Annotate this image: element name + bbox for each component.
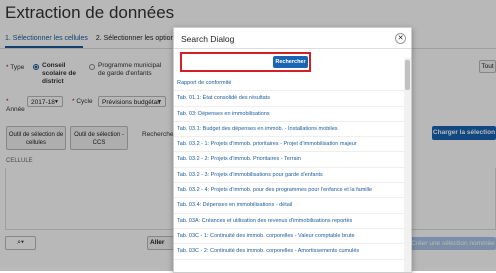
list-item[interactable]: Tab. 03C - 1: Continuité des immob. corp… — [174, 229, 404, 245]
list-item[interactable]: Tab. 03: Dépenses en immobilisations — [174, 107, 404, 122]
list-item[interactable]: Tab. 03.2 - 1: Projets d'immob. priorita… — [174, 137, 404, 153]
list-item[interactable]: Tab. 03.2 - 3: Projets d'immobilisations… — [174, 168, 404, 184]
scrollbar-thumb[interactable] — [405, 60, 410, 90]
close-icon[interactable]: ✕ — [395, 33, 406, 44]
list-item[interactable]: Tab. 03A: Créances et utilisation des re… — [174, 214, 404, 229]
list-item[interactable]: Tab. 01.1: État consolidé des résultats — [174, 91, 404, 107]
list-item[interactable]: Tab. 03.2 - 4: Projets d'immob. pour des… — [174, 183, 404, 199]
list-item[interactable]: Tab. 03.4: Dépenses en immobilisations -… — [174, 198, 404, 214]
dialog-divider — [174, 48, 411, 49]
search-input[interactable] — [184, 57, 268, 68]
search-highlight: Rechercher — [180, 52, 311, 72]
rechercher-button[interactable]: Rechercher — [273, 56, 308, 68]
results-list: Rapport de conformité Tab. 01.1: État con… — [174, 76, 404, 260]
list-item[interactable]: Tab. 03.1: Budget des dépenses en immob.… — [174, 122, 404, 138]
list-item[interactable]: Rapport de conformité — [174, 76, 404, 92]
list-item[interactable]: Tab. 03.2 - 2: Projets d'immob. Priorita… — [174, 152, 404, 168]
scrollbar[interactable]: ▲ — [404, 58, 411, 272]
list-item[interactable]: Tab. 03C - 2: Continuité des immob. corp… — [174, 244, 404, 260]
search-dialog: Search Dialog ✕ Rechercher Rapport de co… — [173, 27, 412, 273]
dialog-title: Search Dialog — [181, 34, 235, 44]
